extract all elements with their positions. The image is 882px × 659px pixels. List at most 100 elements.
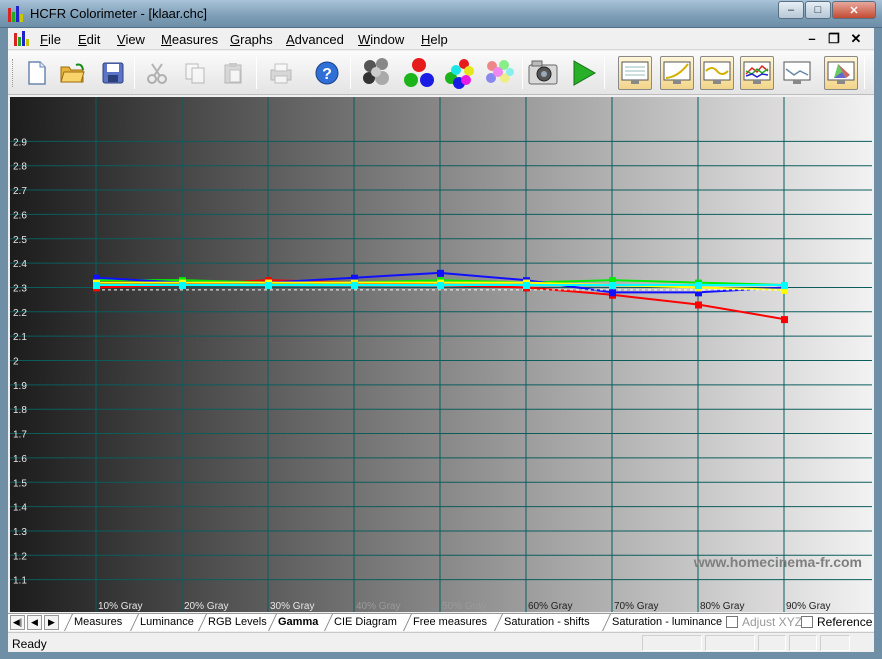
x-tick-label: 20% Gray [184,601,228,612]
y-tick-label: 2.5 [13,235,27,246]
close-button[interactable]: ✕ [832,1,876,19]
tab-cie-diagram[interactable]: CIE Diagram [334,616,397,628]
menu-graphs[interactable]: Graphs [230,32,273,47]
play-icon[interactable] [566,56,600,90]
tab-separator [64,614,73,631]
reference-checkbox[interactable]: Reference [801,615,872,629]
y-tick-label: 1.9 [13,381,27,392]
help-icon[interactable]: ? [310,56,344,90]
reference-label: Reference [817,615,873,629]
status-pane [789,635,817,651]
gamma-chart[interactable]: 2.9 2.8 2.7 2.6 2.5 2.4 2.3 2.2 2.1 2 1.9 1.8 1.7 1.6… [10,97,872,612]
x-tick-label: 50% Gray [442,601,486,612]
camera-icon[interactable] [526,56,560,90]
gamma-graph-icon[interactable] [700,56,734,90]
x-tick-label: 40% Gray [356,601,400,612]
tab-free-measures[interactable]: Free measures [413,616,487,628]
status-pane [820,635,850,651]
watermark-text: www.homecinema-fr.com [693,554,862,570]
data-point-marker [695,301,702,309]
y-tick-label: 2.1 [13,332,27,343]
tab-next-button[interactable]: ▶ [44,615,59,630]
toolbar-grip[interactable] [12,59,15,87]
tab-saturation-shifts[interactable]: Saturation - shifts [504,616,590,628]
menu-help[interactable]: Help [421,32,448,47]
menu-view[interactable]: View [117,32,145,47]
svg-text:?: ? [322,66,332,83]
print-icon[interactable] [264,56,298,90]
menu-file[interactable]: File [40,32,61,47]
data-point-marker [351,282,358,290]
data-point-marker [437,269,444,277]
x-tick-label: 10% Gray [98,601,142,612]
tab-first-button[interactable]: ◀| [10,615,25,630]
tab-prev-button[interactable]: ◀ [27,615,42,630]
cut-icon[interactable] [140,56,174,90]
paste-icon[interactable] [216,56,250,90]
child-close-button[interactable]: ✕ [848,31,864,47]
tab-luminance[interactable]: Luminance [140,616,194,628]
y-tick-label: 2.6 [13,210,27,221]
open-folder-icon[interactable] [56,56,90,90]
rgb-levels-graph-icon[interactable] [740,56,774,90]
new-file-icon[interactable] [20,56,54,90]
status-text: Ready [12,637,47,651]
view-tabs-bar: ◀| ◀ ▶ Measures Luminance RGB Levels Gamma C… [8,613,874,631]
menu-bar: File Edit View Measures Graphs Advanced … [8,28,874,50]
saturation-measure-icon[interactable] [482,56,516,90]
y-tick-label: 1.2 [13,551,27,562]
copy-icon[interactable] [178,56,212,90]
data-point-marker [781,282,788,290]
menu-advanced[interactable]: Advanced [286,32,344,47]
tab-separator [198,614,207,631]
status-pane [758,635,786,651]
x-tick-label: 70% Gray [614,601,658,612]
luminance-graph-icon[interactable] [660,56,694,90]
save-disk-icon[interactable] [96,56,130,90]
y-tick-label: 2.4 [13,259,27,270]
maximize-button[interactable]: □ [805,1,831,19]
tab-measures[interactable]: Measures [74,616,122,628]
title-bar[interactable]: HCFR Colorimeter - [klaar.chc] – □ ✕ [0,0,882,28]
data-point-marker [437,282,444,290]
y-tick-label: 1.3 [13,527,27,538]
data-point-marker [179,282,186,290]
child-minimize-button[interactable]: – [804,31,820,47]
data-point-marker [695,282,702,290]
menu-measures[interactable]: Measures [161,32,218,47]
data-point-marker [93,282,100,290]
menu-edit[interactable]: Edit [78,32,100,47]
y-tick-label: 1.6 [13,454,27,465]
tab-rgb-levels[interactable]: RGB Levels [208,616,267,628]
reference-box[interactable] [801,616,813,628]
adjust-xyz-box[interactable] [726,616,738,628]
child-restore-button[interactable]: ❐ [826,31,842,47]
status-bar: Ready [8,632,874,652]
y-tick-label: 2.3 [13,283,27,294]
primaries-measure-icon[interactable] [402,56,436,90]
gray-scale-measure-icon[interactable] [360,56,394,90]
secondaries-measure-icon[interactable] [442,56,476,90]
y-tick-label: 2.8 [13,162,27,173]
data-view-icon[interactable] [618,56,652,90]
cie-diagram-icon[interactable] [824,56,858,90]
minimize-button[interactable]: – [778,1,804,19]
toolbar: ? [8,51,874,95]
document-icon[interactable] [14,31,30,47]
tab-separator [602,614,611,631]
x-tick-label: 90% Gray [786,601,830,612]
y-tick-label: 2.9 [13,137,27,148]
gamma-chart-svg: 2.9 2.8 2.7 2.6 2.5 2.4 2.3 2.2 2.1 2 1.9 1.8 1.7 1.6… [10,97,872,612]
app-icon [8,6,24,22]
tab-gamma[interactable]: Gamma [278,616,318,628]
color-temp-graph-icon[interactable] [780,56,814,90]
data-point-marker [609,282,616,290]
tab-saturation-luminance[interactable]: Saturation - luminance [612,616,722,628]
status-pane [642,635,702,651]
y-tick-label: 1.1 [13,576,27,587]
y-tick-label: 2.7 [13,186,27,197]
status-pane [705,635,755,651]
x-tick-label: 80% Gray [700,601,744,612]
menu-window[interactable]: Window [358,32,404,47]
adjust-xyz-checkbox[interactable]: Adjust XYZ [726,615,802,629]
